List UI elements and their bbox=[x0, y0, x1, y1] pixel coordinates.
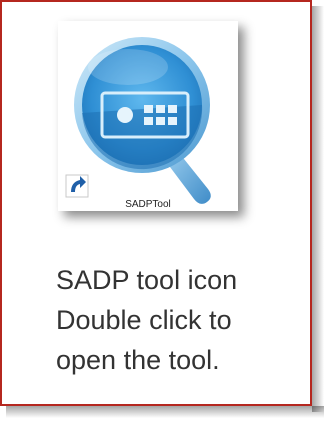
frame-shadow-right bbox=[312, 6, 324, 412]
sadp-tool-icon bbox=[65, 37, 211, 204]
shortcut-label: SADPTool bbox=[125, 199, 171, 210]
caption: SADP tool icon Double click to open the … bbox=[56, 260, 306, 380]
frame-shadow-bottom bbox=[6, 406, 324, 418]
content-frame: SADPTool SADP tool icon Double click to … bbox=[0, 0, 312, 406]
shortcut-arrow-icon bbox=[65, 174, 89, 198]
caption-line-1: SADP tool icon bbox=[56, 265, 238, 295]
sadp-tool-shortcut[interactable]: SADPTool bbox=[58, 21, 238, 211]
caption-line-3: open the tool. bbox=[56, 345, 220, 375]
caption-line-2: Double click to bbox=[56, 305, 232, 335]
